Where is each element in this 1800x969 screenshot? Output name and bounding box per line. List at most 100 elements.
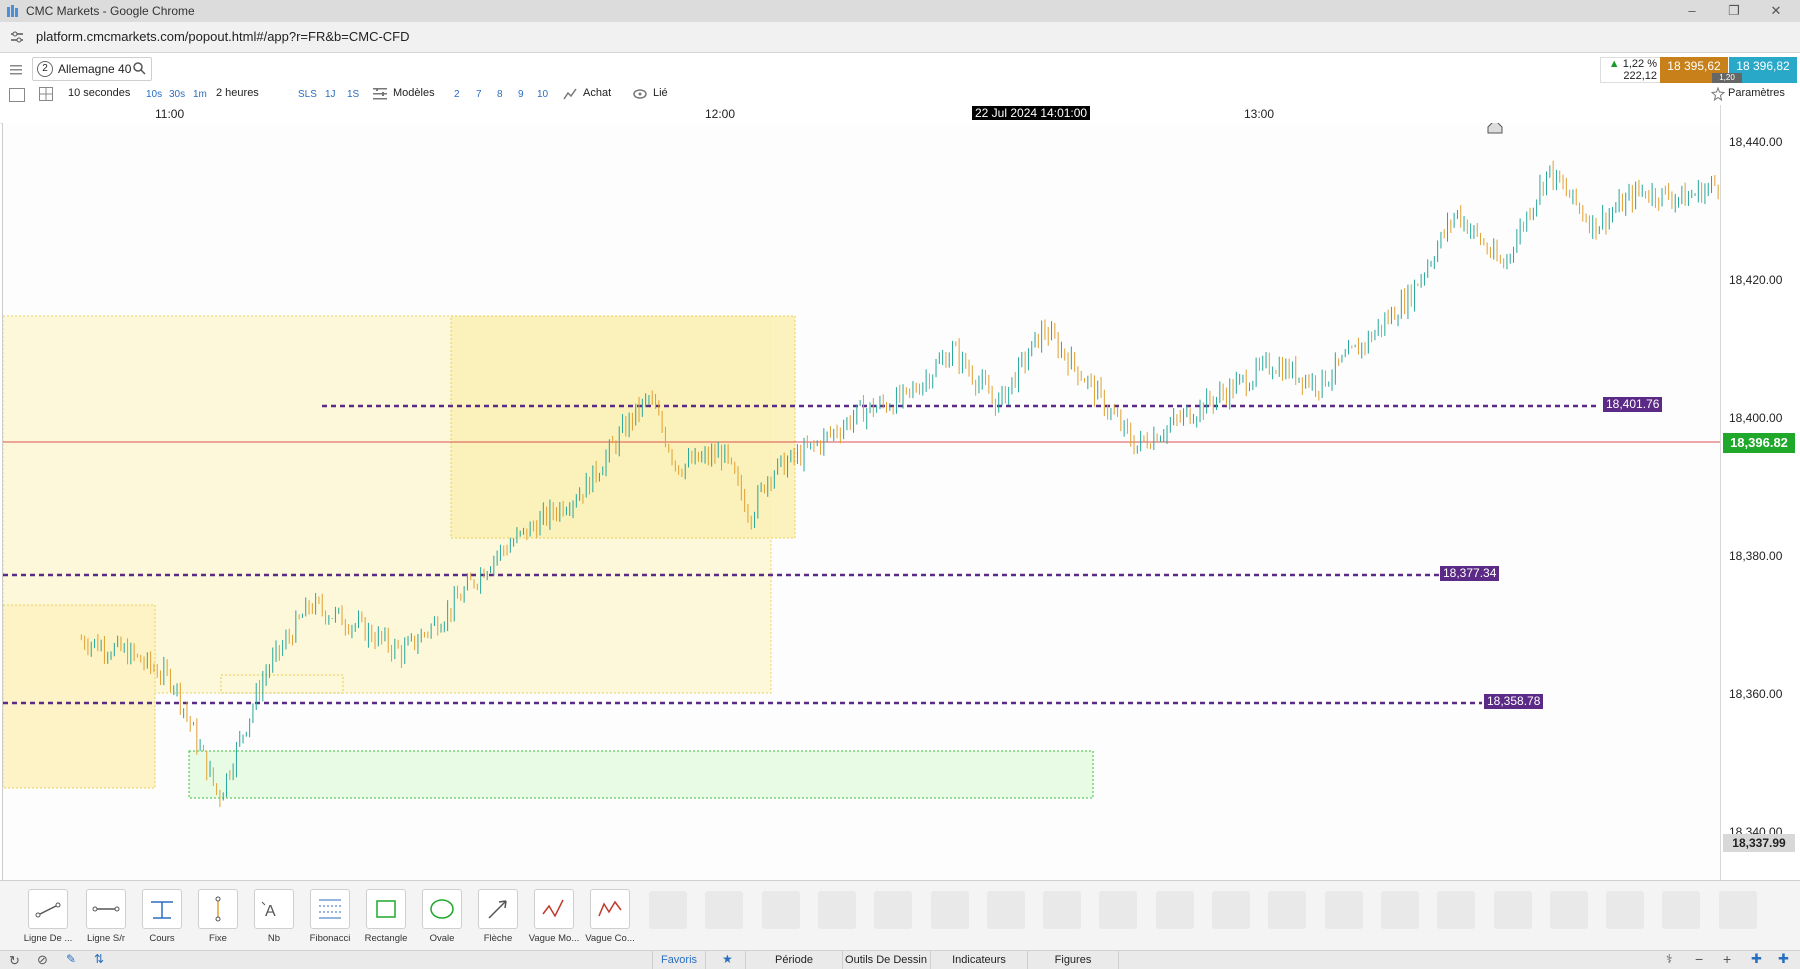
site-info-icon[interactable] (10, 30, 24, 44)
list-view-icon[interactable] (9, 88, 25, 102)
empty-tool-slot[interactable] (1549, 891, 1588, 929)
empty-tool-slot[interactable] (1324, 891, 1363, 929)
empty-tool-slot[interactable] (874, 891, 913, 929)
empty-tool-slot[interactable] (1493, 891, 1532, 929)
zoom-out-icon[interactable]: − (1695, 951, 1703, 967)
empty-tool-slot[interactable] (986, 891, 1025, 929)
time-cursor-label: 22 Jul 2024 14:01:00 (972, 106, 1091, 120)
range-sls[interactable]: SLS (298, 89, 317, 100)
tool-label: Rectangle (364, 933, 408, 944)
range-select[interactable]: 2 heures (216, 87, 259, 99)
reset-icon[interactable]: ⊘ (37, 952, 48, 968)
tool-sr-line[interactable]: Ligne S/r (78, 889, 134, 951)
empty-tool-slot[interactable] (1212, 891, 1250, 929)
level-label-2[interactable]: 18,377.34 (1440, 566, 1500, 581)
tool-price[interactable]: Cours (134, 889, 190, 951)
tab-figures[interactable]: Figures (1028, 951, 1119, 969)
tool-oval[interactable]: Ovale (414, 889, 470, 951)
tool-label: Nb (267, 933, 281, 944)
expand-horizontal-icon[interactable]: ✚ (1751, 951, 1762, 967)
window-title: CMC Markets - Google Chrome (26, 4, 195, 18)
empty-tool-slot[interactable] (1268, 891, 1307, 929)
buy-order-button[interactable]: Achat (583, 87, 611, 99)
range-1j[interactable]: 1J (325, 89, 336, 100)
tool-label: Ligne S/r (86, 933, 126, 944)
buy-order-icon[interactable] (563, 88, 577, 103)
restore-button[interactable]: ❐ (1720, 2, 1748, 20)
zoom-in-icon[interactable]: + (1723, 951, 1731, 967)
drawing-rectangle-left[interactable] (3, 604, 156, 789)
tool-arrow[interactable]: Flèche (470, 889, 526, 951)
star-icon[interactable]: ★ (722, 952, 733, 966)
preset-8[interactable]: 8 (497, 89, 503, 100)
empty-tool-slot[interactable] (1155, 891, 1194, 929)
settings-button[interactable]: Paramètres (1728, 87, 1785, 99)
change-abs: 222,12 (1623, 70, 1657, 82)
expand-vertical-icon[interactable]: ✚ (1778, 951, 1789, 967)
tool-label: Ovale (429, 933, 455, 944)
tab-outils-de-dessin[interactable]: Outils De Dessin (842, 951, 931, 969)
tool-fibonacci[interactable]: Fibonacci (302, 889, 358, 951)
level-label-1[interactable]: 18,401.76 (1603, 397, 1663, 412)
price-chart-canvas[interactable] (3, 123, 1721, 880)
price-chart[interactable]: 18,401.76 18,377.34 18,358.78 (2, 123, 1721, 880)
spread-badge: 1,20 (1712, 73, 1742, 83)
empty-tool-slot[interactable] (1043, 891, 1082, 929)
empty-tool-slot[interactable] (1606, 891, 1645, 929)
home-marker-icon[interactable] (1487, 123, 1503, 134)
preset-9[interactable]: 9 (518, 89, 524, 100)
price-tick: 18,420.00 (1729, 273, 1783, 287)
time-label-1200: 12:00 (705, 107, 736, 121)
drawing-rectangle-green[interactable] (188, 750, 1094, 799)
templates-button[interactable]: Modèles (393, 87, 435, 99)
tool-fixed[interactable]: Fixe (190, 889, 246, 951)
tool-rectangle[interactable]: Rectangle (358, 889, 414, 951)
templates-icon[interactable] (373, 87, 387, 103)
empty-tool-slot[interactable] (817, 891, 856, 929)
tab-favoris[interactable]: Favoris (652, 951, 706, 969)
empty-tool-slot[interactable] (1718, 891, 1757, 929)
search-icon[interactable] (133, 62, 146, 80)
link-icon[interactable] (633, 88, 647, 103)
tool-label: Ligne De ... (23, 933, 73, 944)
window-titlebar: CMC Markets - Google Chrome – ❐ ✕ (0, 0, 1800, 22)
empty-tool-slot[interactable] (705, 891, 744, 929)
range-1s[interactable]: 1S (347, 89, 359, 100)
preset-7[interactable]: 7 (476, 89, 482, 100)
level-label-3[interactable]: 18,358.78 (1484, 694, 1544, 709)
close-button[interactable]: ✕ (1762, 2, 1790, 20)
preset-10[interactable]: 10 (537, 89, 548, 100)
pencil-icon[interactable]: ✎ (66, 952, 76, 966)
empty-tool-slot[interactable] (1099, 891, 1138, 929)
crosshair-icon[interactable]: ⚕ (1666, 952, 1673, 966)
interval-10s[interactable]: 10s (146, 89, 162, 100)
empty-tool-slot[interactable] (761, 891, 800, 929)
empty-tool-slot[interactable] (1662, 891, 1701, 929)
empty-tool-slot[interactable] (649, 891, 687, 929)
interval-30s[interactable]: 30s (169, 89, 185, 100)
settings-icon[interactable] (1710, 86, 1726, 104)
tool-trend-line[interactable]: Ligne De ... (20, 889, 76, 951)
tab-indicateurs[interactable]: Indicateurs (931, 951, 1028, 969)
tab-periode[interactable]: Période (745, 951, 843, 969)
interval-1m[interactable]: 1m (193, 89, 207, 100)
menu-icon[interactable] (10, 62, 22, 75)
tool-wave-motive[interactable]: Vague Mo... (526, 889, 582, 951)
layout-grid-icon[interactable] (39, 87, 53, 104)
instrument-selector[interactable]: 2 Allemagne 40 (32, 57, 152, 81)
empty-tool-slot[interactable] (1380, 891, 1419, 929)
preset-2[interactable]: 2 (454, 89, 460, 100)
magnet-icon[interactable]: ⇅ (94, 952, 104, 966)
tool-wave-corrective[interactable]: Vague Co... (582, 889, 638, 951)
current-price-badge: 18,396.82 (1723, 433, 1795, 453)
link-button[interactable]: Lié (653, 87, 668, 99)
refresh-icon[interactable]: ↻ (9, 953, 20, 969)
empty-tool-slot[interactable] (1437, 891, 1476, 929)
tool-note[interactable]: A Nb (246, 889, 302, 951)
minimize-button[interactable]: – (1678, 2, 1706, 20)
empty-tool-slot[interactable] (930, 891, 969, 929)
interval-select[interactable]: 10 secondes (68, 87, 130, 99)
url-field[interactable]: platform.cmcmarkets.com/popout.html#/app… (36, 29, 410, 44)
tool-label: Vague Co... (585, 933, 635, 944)
chart-settings-bar: 10 secondes 10s 30s 1m 2 heures SLS 1J 1… (0, 83, 1800, 106)
